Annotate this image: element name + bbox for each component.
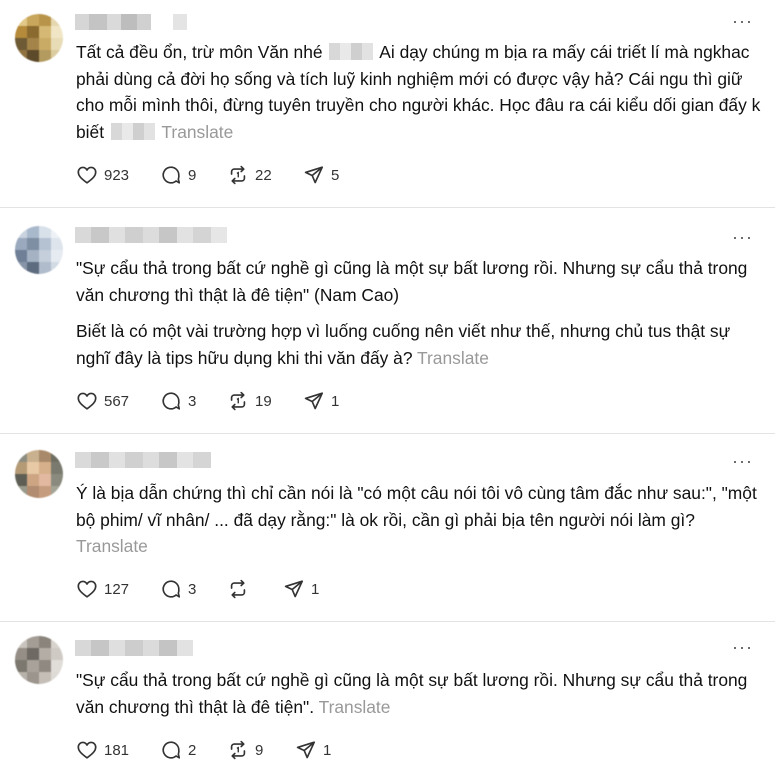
like-count: 567	[104, 392, 130, 410]
reply-icon	[162, 166, 181, 184]
translate-link[interactable]: Translate	[319, 697, 391, 717]
translate-link[interactable]: Translate	[161, 122, 233, 142]
redacted-emoji	[329, 43, 374, 60]
more-options-icon[interactable]: ···	[732, 228, 753, 246]
share-button[interactable]: 1	[295, 739, 355, 761]
like-button[interactable]: 567	[76, 390, 160, 412]
heart-icon	[77, 166, 97, 184]
username-redacted[interactable]	[75, 640, 193, 656]
post-actions: 181 2 9 1	[76, 739, 355, 761]
reply-count: 2	[188, 741, 197, 759]
share-count: 1	[311, 580, 320, 598]
reply-icon	[162, 392, 181, 410]
reply-icon	[162, 580, 181, 598]
repost-count: 19	[255, 392, 272, 410]
share-button[interactable]: 1	[303, 390, 363, 412]
avatar[interactable]	[15, 450, 63, 498]
share-button[interactable]: 1	[283, 578, 343, 600]
repost-icon	[230, 740, 246, 760]
like-count: 181	[104, 741, 130, 759]
post-body: Tất cả đều ổn, trừ môn Văn nhé Ai dạy ch…	[76, 42, 761, 142]
like-button[interactable]: 923	[76, 164, 160, 186]
post-actions: 127 3 1	[76, 578, 343, 600]
share-count: 1	[331, 392, 340, 410]
reply-button[interactable]: 2	[160, 739, 227, 761]
repost-icon	[230, 165, 246, 185]
heart-icon	[77, 741, 97, 759]
avatar[interactable]	[15, 14, 63, 62]
redacted-emoji	[110, 122, 155, 140]
heart-icon	[77, 392, 97, 410]
username-redacted[interactable]	[75, 452, 211, 468]
reply-icon	[162, 741, 181, 759]
repost-count: 9	[255, 741, 264, 759]
post-2: ··· "Sự cẩu thả trong bất cứ nghề gì cũn…	[0, 208, 775, 434]
reply-count: 9	[188, 166, 197, 184]
share-button[interactable]: 5	[303, 164, 363, 186]
reply-count: 3	[188, 392, 197, 410]
send-icon	[304, 166, 324, 184]
heart-icon	[77, 580, 97, 598]
reply-button[interactable]: 9	[160, 164, 227, 186]
send-icon	[284, 580, 304, 598]
send-icon	[296, 741, 316, 759]
translate-link[interactable]: Translate	[417, 348, 489, 368]
share-count: 1	[323, 741, 332, 759]
repost-icon	[230, 391, 246, 411]
like-count: 923	[104, 166, 130, 184]
translate-link[interactable]: Translate	[76, 536, 148, 556]
repost-button[interactable]: 9	[227, 739, 295, 761]
post-body: "Sự cẩu thả trong bất cứ nghề gì cũng là…	[76, 670, 748, 717]
reply-button[interactable]: 3	[160, 390, 227, 412]
repost-icon	[230, 579, 246, 599]
more-options-icon[interactable]: ···	[732, 638, 753, 656]
post-body: Ý là bịa dẫn chứng thì chỉ cần nói là "c…	[76, 483, 757, 556]
repost-count: 22	[255, 166, 272, 184]
more-options-icon[interactable]: ···	[732, 12, 753, 30]
like-button[interactable]: 181	[76, 739, 160, 761]
post-actions: 923 9 22 5	[76, 164, 363, 186]
more-options-icon[interactable]: ···	[732, 452, 753, 470]
reply-count: 3	[188, 580, 197, 598]
username-redacted[interactable]	[75, 227, 227, 243]
like-button[interactable]: 127	[76, 578, 160, 600]
avatar[interactable]	[15, 226, 63, 274]
username-redacted[interactable]	[75, 14, 187, 30]
share-count: 5	[331, 166, 340, 184]
repost-button[interactable]	[227, 578, 283, 600]
repost-button[interactable]: 19	[227, 390, 303, 412]
like-count: 127	[104, 580, 130, 598]
post-actions: 567 3 19 1	[76, 390, 363, 412]
post-3: ··· Ý là bịa dẫn chứng thì chỉ cần nói l…	[0, 434, 775, 622]
send-icon	[304, 392, 324, 410]
repost-button[interactable]: 22	[227, 164, 303, 186]
post-body: "Sự cẩu thả trong bất cứ nghề gì cũng là…	[76, 258, 748, 368]
post-4: ··· "Sự cẩu thả trong bất cứ nghề gì cũn…	[0, 622, 775, 778]
post-1: ··· Tất cả đều ổn, trừ môn Văn nhé Ai dạ…	[0, 0, 775, 208]
reply-button[interactable]: 3	[160, 578, 227, 600]
avatar[interactable]	[15, 636, 63, 684]
